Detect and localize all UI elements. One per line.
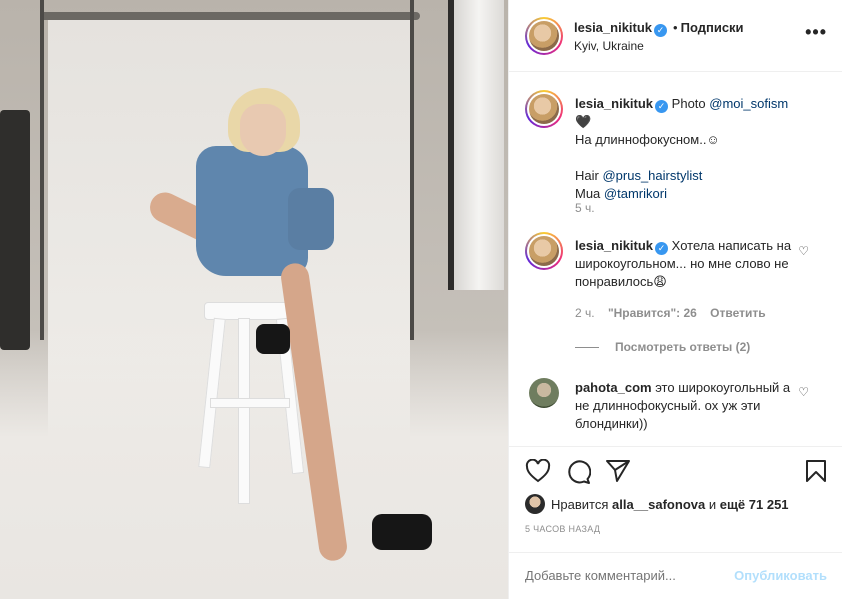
liker-avatar[interactable] xyxy=(525,494,545,514)
comment-item: pahota_com это широкоугольный а не длинн… xyxy=(525,376,827,446)
comment-like-icon[interactable]: ♡ xyxy=(798,244,809,258)
caption-mua-label: Mua xyxy=(575,186,601,201)
backdrop-roll xyxy=(40,12,420,20)
softbox-light xyxy=(448,0,504,290)
heart-emoji: 🖤 xyxy=(575,114,592,129)
post-side-panel: lesia_nikituk ✓ • Подписки Kyiv, Ukraine ••… xyxy=(508,0,842,599)
add-comment-bar: Опубликовать xyxy=(509,552,842,599)
likes-prefix: Нравится xyxy=(551,497,609,512)
stool-leg xyxy=(238,318,250,504)
caption-time: 5 ч. xyxy=(575,201,595,215)
model-shoe xyxy=(372,514,432,550)
replies-line xyxy=(575,347,599,349)
like-heart-icon[interactable] xyxy=(525,459,551,483)
comment-input[interactable] xyxy=(525,568,745,583)
caption: lesia_nikituk ✓ Photo @moi_sofism 🖤 На дл… xyxy=(525,90,827,220)
author-username[interactable]: lesia_nikituk xyxy=(574,20,652,35)
comment-item: lesia_nikituk ✓ Хотела написать на широко… xyxy=(525,232,827,362)
comment-avatar[interactable] xyxy=(529,378,559,408)
separator-dot: • xyxy=(673,20,678,35)
comment-like-icon[interactable]: ♡ xyxy=(798,385,809,399)
likes-count[interactable]: ещё 71 251 xyxy=(720,497,789,512)
studio-floor xyxy=(0,330,508,599)
model-face xyxy=(240,104,286,156)
liker-username[interactable]: alla__safonova xyxy=(612,497,705,512)
save-bookmark-icon[interactable] xyxy=(805,459,827,483)
following-button[interactable]: Подписки xyxy=(681,20,744,35)
reply-button[interactable]: Ответить xyxy=(710,306,765,320)
model-jacket-sleeve xyxy=(288,188,334,250)
share-icon[interactable] xyxy=(605,459,631,483)
likes-and: и xyxy=(708,497,717,512)
caption-username[interactable]: lesia_nikituk xyxy=(575,96,653,111)
studio-equipment xyxy=(0,110,30,350)
comment-text: pahota_com это широкоугольный а не длинн… xyxy=(575,379,801,433)
caption-line: На длиннофокусном..☺ xyxy=(575,132,720,147)
comment-username[interactable]: lesia_nikituk xyxy=(575,238,653,253)
caption-text: lesia_nikituk ✓ Photo @moi_sofism 🖤 На дл… xyxy=(575,95,805,203)
caption-text-photo: Photo xyxy=(671,96,706,111)
post-time[interactable]: 5 ЧАСОВ НАЗАД xyxy=(525,524,600,534)
comment-username[interactable]: pahota_com xyxy=(575,380,652,395)
verified-icon: ✓ xyxy=(655,242,669,255)
mention-link[interactable]: @prus_hairstylist xyxy=(602,168,702,183)
post-header: lesia_nikituk ✓ • Подписки Kyiv, Ukraine ••… xyxy=(509,0,842,72)
comment-likes-count[interactable]: "Нравится": 26 xyxy=(608,306,697,320)
header-title-row: lesia_nikituk ✓ • Подписки xyxy=(574,20,744,37)
stool-rung xyxy=(210,398,290,408)
stand-pole-right xyxy=(410,0,414,340)
comment-meta: 2 ч. "Нравится": 26 Ответить xyxy=(575,306,766,320)
stand-pole-left xyxy=(40,0,44,340)
verified-icon: ✓ xyxy=(655,100,669,113)
verified-icon: ✓ xyxy=(654,24,668,37)
view-replies-label: Посмотреть ответы (2) xyxy=(615,340,751,354)
comment-text: lesia_nikituk ✓ Хотела написать на широко… xyxy=(575,237,801,291)
author-avatar[interactable] xyxy=(525,17,563,55)
post-photo[interactable] xyxy=(0,0,508,599)
view-replies-button[interactable]: Посмотреть ответы (2) xyxy=(575,340,750,354)
location-link[interactable]: Kyiv, Ukraine xyxy=(574,39,644,53)
caption-avatar[interactable] xyxy=(525,90,563,128)
comment-time: 2 ч. xyxy=(575,306,595,320)
mention-link[interactable]: @moi_sofism xyxy=(709,96,788,111)
comment-icon[interactable] xyxy=(565,459,591,485)
model-shoe xyxy=(256,324,290,354)
more-options-icon[interactable]: ••• xyxy=(805,22,827,43)
post-actions: Нравится alla__safonova и ещё 71 251 5 Ч… xyxy=(509,446,842,598)
mention-link[interactable]: @tamrikori xyxy=(604,186,667,201)
comment-avatar[interactable] xyxy=(525,232,563,270)
caption-hair-label: Hair xyxy=(575,168,599,183)
likes-summary: Нравится alla__safonova и ещё 71 251 xyxy=(525,494,789,514)
publish-button[interactable]: Опубликовать xyxy=(734,568,827,583)
